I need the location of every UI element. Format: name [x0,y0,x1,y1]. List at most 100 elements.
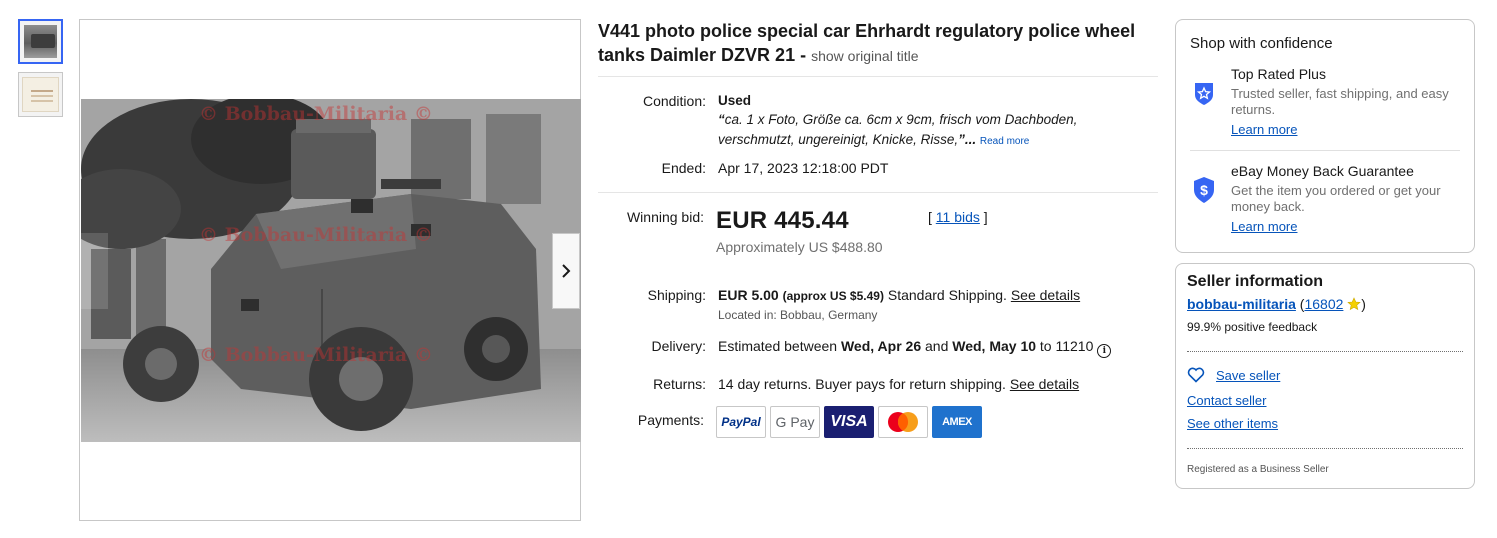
winning-bid-row: Winning bid: EUR 445.44 Approximately US… [598,207,1158,255]
returns-value: 14 day returns. Buyer pays for return sh… [718,376,1006,392]
dotted-divider [1187,351,1463,352]
returns-row: Returns: 14 day returns. Buyer pays for … [598,376,1158,392]
delivery-zip: to 11210 [1039,338,1094,354]
money-back-item: $ eBay Money Back Guarantee Get the item… [1190,162,1460,244]
dotted-divider [1187,448,1463,449]
paren-close: ) [1361,296,1366,312]
condition-row: Condition: Used “ca. 1 x Foto, Größe ca.… [598,93,1158,152]
shield-star-icon [1195,83,1213,105]
shop-with-confidence-panel: Shop with confidence Top Rated Plus Trus… [1175,19,1475,253]
thumbnail-1-image [24,25,57,58]
returns-label: Returns: [653,376,706,392]
divider [598,76,1158,77]
shipping-see-details-link[interactable]: See details [1011,287,1080,303]
next-image-button[interactable] [552,233,580,309]
google-pay-badge: G Pay [770,406,820,438]
feedback-score-link[interactable]: 16802 [1304,296,1343,312]
shipping-approx: (approx US $5.49) [782,289,884,303]
star-icon [1347,297,1362,311]
watermark-text: © Bobbau-Militaria © [199,344,433,366]
save-seller-row[interactable]: Save seller [1187,367,1280,383]
watermark-text: © Bobbau-Militaria © [199,103,433,125]
money-back-text: eBay Money Back Guarantee Get the item y… [1231,162,1460,236]
winning-bid-amount: EUR 445.44 [716,207,849,234]
delivery-label: Delivery: [651,338,706,354]
seller-name-link[interactable]: bobbau-militaria [1187,296,1296,312]
top-rated-plus-text: Top Rated Plus Trusted seller, fast ship… [1231,65,1460,139]
seller-identity: bobbau-militaria (16802 ) [1187,296,1366,312]
watermark-text: © Bobbau-Militaria © [199,224,433,246]
bracket-close: ] [983,209,988,225]
listing-details: V441 photo police special car Ehrhardt r… [598,19,1158,438]
delivery-prefix: Estimated between [718,338,838,354]
thumbnail-1[interactable] [18,19,63,64]
quote-open: “ [718,112,725,127]
mastercard-badge [878,406,928,438]
main-photo[interactable]: © Bobbau-Militaria © © Bobbau-Militaria … [81,99,581,442]
save-seller-link[interactable]: Save seller [1216,368,1280,383]
thumbnail-2-image [22,77,59,112]
delivery-row: Delivery: Estimated between Wed, Apr 26 … [598,338,1158,358]
winning-bid-label: Winning bid: [626,209,704,225]
divider [1190,150,1460,151]
shipping-method: Standard Shipping. [887,287,1007,303]
money-back-learn-more-link[interactable]: Learn more [1231,219,1297,234]
delivery-date-end: Wed, May 10 [952,338,1037,354]
mastercard-icon [888,412,918,432]
item-location: Located in: Bobbau, Germany [718,308,878,322]
delivery-date-start: Wed, Apr 26 [840,338,922,354]
paypal-text: PayPal [721,415,761,429]
condition-description: “ca. 1 x Foto, Größe ca. 6cm x 9cm, fris… [718,110,1118,152]
delivery-and: and [925,338,949,354]
seller-info-title: Seller information [1187,273,1324,290]
thumbnail-2[interactable] [18,72,63,117]
heart-icon [1187,367,1205,383]
shipping-row: Shipping: EUR 5.00 (approx US $5.49) Sta… [598,287,1158,322]
bid-count: [ 11 bids ] [928,209,988,255]
returns-see-details-link[interactable]: See details [1010,376,1079,392]
shipping-label: Shipping: [647,287,706,303]
condition-label: Condition: [642,93,706,109]
contact-seller-link[interactable]: Contact seller [1187,393,1266,408]
bids-link[interactable]: 11 bids [936,209,980,225]
amex-badge: AMEX [932,406,982,438]
divider [598,192,1158,193]
armored-car-photo [81,99,581,442]
gpay-text: G Pay [775,414,815,430]
chevron-right-icon [562,264,571,278]
ended-row: Ended: Apr 17, 2023 12:18:00 PDT [598,160,1158,176]
info-icon[interactable]: i [1097,344,1112,358]
visa-badge: VISA [824,406,874,438]
seller-information-panel: Seller information bobbau-militaria (168… [1175,263,1475,489]
shipping-price: EUR 5.00 [718,287,779,303]
main-image-viewer: © Bobbau-Militaria © © Bobbau-Militaria … [79,19,581,521]
winning-bid-approx: Approximately US $488.80 [716,239,883,255]
positive-feedback: 99.9% positive feedback [1187,320,1318,334]
ended-value: Apr 17, 2023 12:18:00 PDT [718,160,889,176]
visa-text: VISA [830,413,868,430]
item-title: V441 photo police special car Ehrhardt r… [598,19,1158,68]
svg-text:$: $ [1200,182,1208,198]
payment-methods: PayPal G Pay VISA AMEX [716,406,982,438]
read-more-link[interactable]: Read more [980,136,1029,147]
confidence-title: Shop with confidence [1190,35,1333,52]
thumbnail-strip [18,19,64,125]
show-original-title-link[interactable]: show original title [811,48,918,64]
payments-row: Payments: PayPal G Pay VISA AMEX [598,406,1158,438]
top-rated-plus-item: Top Rated Plus Trusted seller, fast ship… [1190,65,1460,147]
amex-text: AMEX [942,416,972,428]
paypal-badge: PayPal [716,406,766,438]
previous-image-area[interactable] [80,233,108,309]
bracket-open: [ [928,209,932,225]
money-back-heading: eBay Money Back Guarantee [1231,163,1414,179]
payments-label: Payments: [637,412,704,428]
see-other-items-link[interactable]: See other items [1187,416,1278,431]
ended-label: Ended: [661,160,706,176]
business-seller-note: Registered as a Business Seller [1187,464,1329,475]
shield-dollar-icon: $ [1194,177,1214,203]
condition-value: Used [718,93,752,108]
quote-close: ”... [958,132,977,147]
top-rated-plus-heading: Top Rated Plus [1231,66,1326,82]
top-rated-learn-more-link[interactable]: Learn more [1231,122,1297,137]
top-rated-plus-desc: Trusted seller, fast shipping, and easy … [1231,86,1449,117]
